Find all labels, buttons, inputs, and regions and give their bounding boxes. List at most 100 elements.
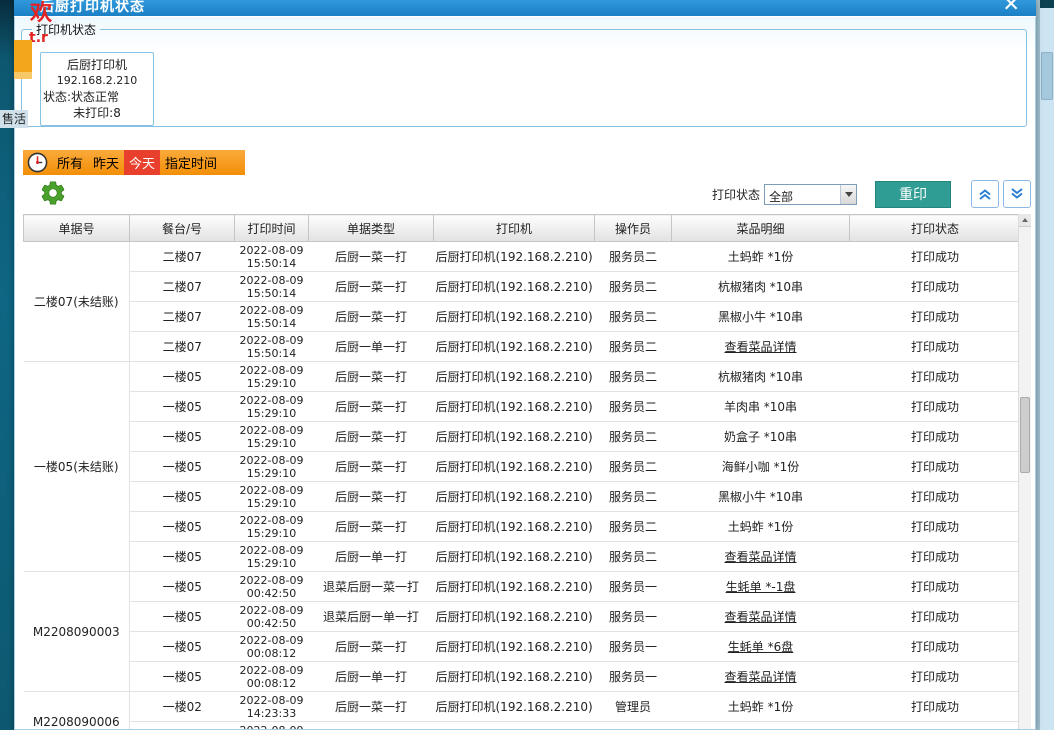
settings-gear-icon[interactable]: [39, 179, 67, 207]
print-status-cell: 打印成功: [850, 422, 1021, 452]
select-dropdown-button[interactable]: [840, 185, 856, 204]
print-status-select[interactable]: 全部: [764, 184, 857, 205]
table-row[interactable]: 二楼072022-08-0915:50:14后厨一单一打后厨打印机(192.16…: [24, 332, 1021, 362]
print-status-cell: 打印成功: [850, 512, 1021, 542]
close-icon[interactable]: ✕: [1002, 0, 1020, 15]
filter-tab-today[interactable]: 今天: [124, 150, 160, 175]
print-status-cell: 打印成功: [850, 572, 1021, 602]
dish-detail-link[interactable]: 查看菜品详情: [724, 550, 796, 564]
print-time-cell: 2022-08-0915:29:10: [235, 512, 309, 542]
filter-tab-custom-time[interactable]: 指定时间: [160, 150, 222, 175]
dish-cell: 查看菜品详情: [672, 602, 850, 632]
dialog-title: 后厨打印机状态: [40, 0, 145, 16]
table-no-cell: 一楼05: [130, 422, 235, 452]
operator-cell: 管理员: [595, 692, 672, 722]
dish-cell: 海鲜小咖 *1份: [672, 452, 850, 482]
operator-cell: 服务员二: [595, 242, 672, 272]
dish-cell: 杭椒猪肉 *10串: [672, 272, 850, 302]
triangle-up-icon: [1022, 218, 1028, 222]
table-row[interactable]: M2208090006一楼022022-08-0914:23:33后厨一菜一打后…: [24, 692, 1021, 722]
doc-type-cell: 后厨一菜一打: [309, 482, 434, 512]
dish-text: 土蚂蚱 *1份: [728, 700, 793, 714]
print-status-cell: 打印成功: [850, 272, 1021, 302]
table-row[interactable]: 二楼072022-08-0915:50:14后厨一菜一打后厨打印机(192.16…: [24, 272, 1021, 302]
dish-detail-link[interactable]: 查看菜品详情: [724, 610, 796, 624]
table-row[interactable]: M2208090003一楼052022-08-0900:42:50退菜后厨一菜一…: [24, 572, 1021, 602]
print-time-cell: 2022-08-0915:50:14: [235, 332, 309, 362]
clock-icon: [27, 152, 48, 173]
table-row[interactable]: 一楼052022-08-0915:29:10后厨一菜一打后厨打印机(192.16…: [24, 422, 1021, 452]
doc-type-cell: 后厨一菜一打: [309, 302, 434, 332]
reprint-button[interactable]: 重印: [875, 181, 951, 208]
dish-cell: 土蚂蚱 *1份: [672, 512, 850, 542]
printer-status-dialog: 后厨打印机状态 ✕ 打印机状态 后厨打印机 192.168.2.210 状态:状…: [14, 0, 1036, 730]
table-no-cell: 一楼05: [130, 662, 235, 692]
page-scrollbar[interactable]: [1040, 0, 1054, 730]
print-time-cell: 2022-08-0915:29:10: [235, 482, 309, 512]
table-row[interactable]: 二楼07(未结账)二楼072022-08-0915:50:14后厨一菜一打后厨打…: [24, 242, 1021, 272]
table-no-cell: 一楼05: [130, 602, 235, 632]
print-log-table-container: 单据号餐台/号打印时间单据类型打印机操作员菜品明细打印状态 二楼07(未结账)二…: [23, 214, 1031, 729]
table-no-cell: 一楼05: [130, 512, 235, 542]
printer-cell: 后厨打印机(192.168.2.210): [434, 482, 595, 512]
printer-cell: 后厨打印机(192.168.2.210): [434, 362, 595, 392]
print-time-cell: 2022-08-0915:50:14: [235, 302, 309, 332]
operator-cell: 服务员二: [595, 512, 672, 542]
page-scrollbar-thumb[interactable]: [1041, 52, 1053, 100]
print-time-cell: 2022-08-0915:29:10: [235, 362, 309, 392]
table-row[interactable]: 一楼052022-08-0915:29:10后厨一菜一打后厨打印机(192.16…: [24, 392, 1021, 422]
doc-type-cell: 后厨一菜一打: [309, 632, 434, 662]
table-row[interactable]: 一楼052022-08-0915:29:10后厨一菜一打后厨打印机(192.16…: [24, 482, 1021, 512]
background-menu-fragment: 售活: [0, 110, 28, 128]
doc-type-cell: 后厨一菜一打: [309, 692, 434, 722]
scrollbar-up-arrow[interactable]: [1019, 214, 1031, 227]
time-filter-bar: 所有 昨天 今天 指定时间: [23, 150, 245, 175]
printer-cell: 后厨打印机(192.168.2.210): [434, 452, 595, 482]
column-header: 打印状态: [850, 215, 1021, 242]
filter-tab-all[interactable]: 所有: [52, 150, 88, 175]
doc-type-cell: 后厨一菜一打: [309, 362, 434, 392]
dish-cell: 查看菜品详情: [672, 662, 850, 692]
printer-cell: 后厨打印机(192.168.2.210): [434, 302, 595, 332]
doc-type-cell: [309, 722, 434, 730]
dish-detail-link[interactable]: 生蚝单 *-1盘: [726, 580, 796, 594]
print-time-cell: 2022-08-0900:42:50: [235, 572, 309, 602]
print-status-cell: [850, 722, 1021, 730]
scrollbar-thumb[interactable]: [1020, 397, 1030, 473]
table-row[interactable]: 一楼052022-08-0915:29:10后厨一单一打后厨打印机(192.16…: [24, 542, 1021, 572]
table-row[interactable]: 一楼052022-08-0900:42:50退菜后厨一单一打后厨打印机(192.…: [24, 602, 1021, 632]
table-row[interactable]: 一楼052022-08-0900:08:12后厨一菜一打后厨打印机(192.16…: [24, 632, 1021, 662]
dish-detail-link[interactable]: 查看菜品详情: [724, 340, 796, 354]
doc-type-cell: 后厨一菜一打: [309, 392, 434, 422]
dish-cell: 土蚂蚱 *1份: [672, 692, 850, 722]
table-row[interactable]: 一楼052022-08-0915:29:10后厨一菜一打后厨打印机(192.16…: [24, 452, 1021, 482]
print-time-cell: 2022-08-0915:29:10: [235, 542, 309, 572]
printer-cell: 后厨打印机(192.168.2.210): [434, 422, 595, 452]
table-row[interactable]: 一楼052022-08-0915:29:10后厨一菜一打后厨打印机(192.16…: [24, 512, 1021, 542]
dish-cell: 生蚝单 *-1盘: [672, 572, 850, 602]
doc-type-cell: 后厨一单一打: [309, 332, 434, 362]
printer-card[interactable]: 后厨打印机 192.168.2.210 状态:状态正常 未打印:8: [40, 52, 154, 126]
scroll-to-bottom-button[interactable]: [1003, 180, 1031, 208]
operator-cell: 服务员二: [595, 482, 672, 512]
table-row[interactable]: 一楼05(未结账)一楼052022-08-0915:29:10后厨一菜一打后厨打…: [24, 362, 1021, 392]
table-no-cell: 二楼07: [130, 302, 235, 332]
operator-cell: 服务员二: [595, 332, 672, 362]
filter-tab-yesterday[interactable]: 昨天: [88, 150, 124, 175]
operator-cell: 服务员一: [595, 662, 672, 692]
printer-cell: 后厨打印机(192.168.2.210): [434, 632, 595, 662]
table-scrollbar[interactable]: [1018, 214, 1031, 729]
table-row[interactable]: 一楼052022-08-0900:08:12后厨一单一打后厨打印机(192.16…: [24, 662, 1021, 692]
table-row[interactable]: 二楼072022-08-0915:50:14后厨一菜一打后厨打印机(192.16…: [24, 302, 1021, 332]
dish-cell: 奶盒子 *10串: [672, 422, 850, 452]
dish-cell: 黑椒小牛 *10串: [672, 302, 850, 332]
table-no-cell: [130, 722, 235, 730]
scroll-to-top-button[interactable]: [971, 180, 999, 208]
dish-detail-link[interactable]: 查看菜品详情: [724, 670, 796, 684]
dish-detail-link[interactable]: 生蚝单 *6盘: [728, 640, 793, 654]
print-time-cell: 2022-08-0900:08:12: [235, 662, 309, 692]
printer-cell: 后厨打印机(192.168.2.210): [434, 692, 595, 722]
table-row[interactable]: 2022-08-09: [24, 722, 1021, 730]
table-no-cell: 一楼05: [130, 392, 235, 422]
dish-cell: [672, 722, 850, 730]
